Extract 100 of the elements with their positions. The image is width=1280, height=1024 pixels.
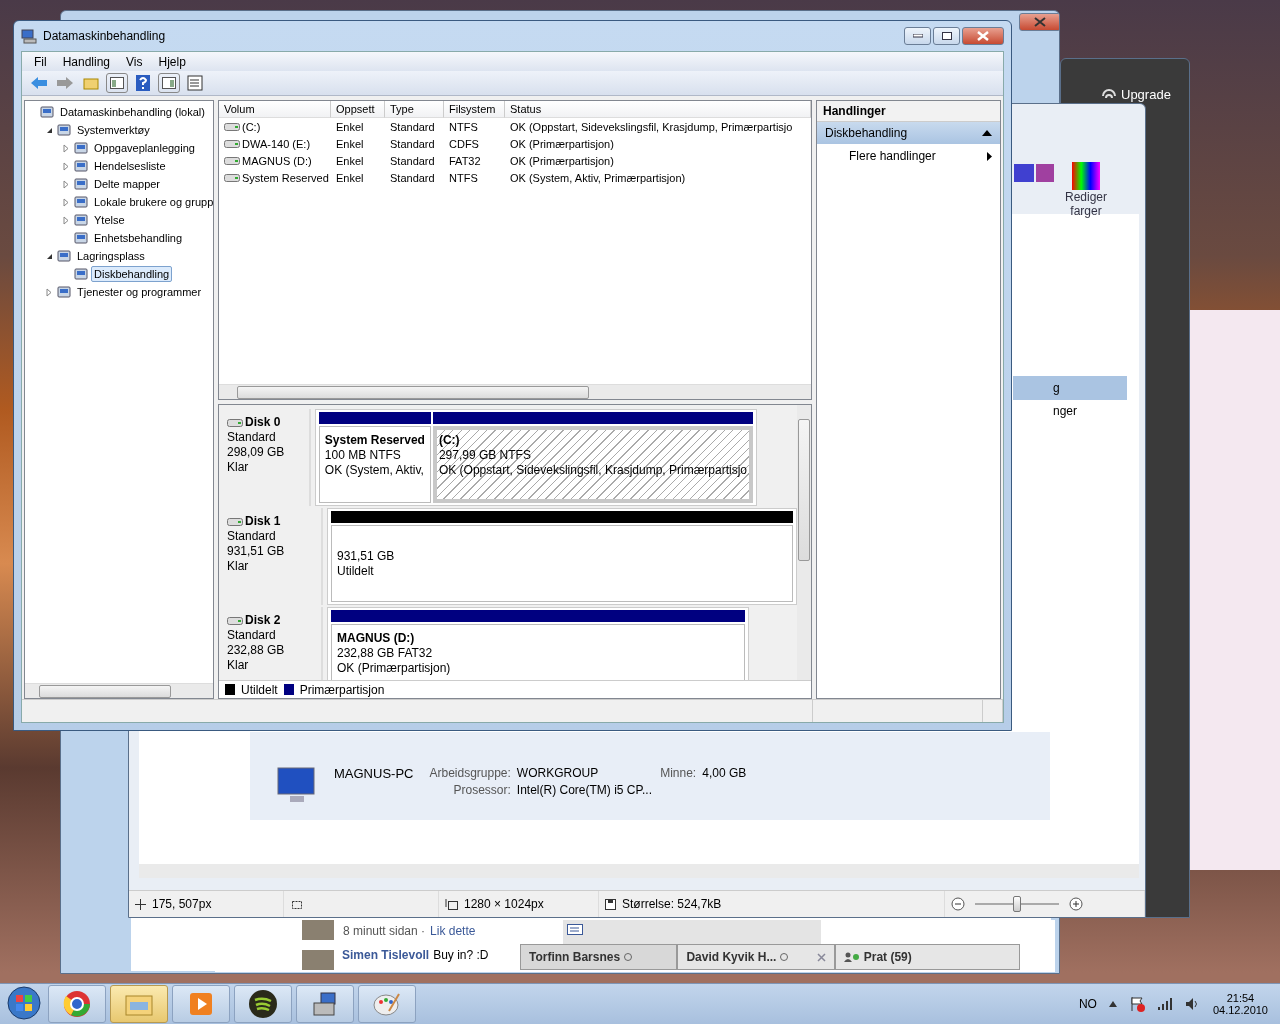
music-app-icon xyxy=(248,989,278,1019)
panel-icon xyxy=(162,77,176,89)
computer-toolbox-icon xyxy=(311,991,339,1017)
forward-arrow-icon xyxy=(56,76,74,90)
column-header[interactable]: Filsystem xyxy=(444,101,505,118)
actions-section-header[interactable]: Diskbehandling xyxy=(817,122,1000,144)
windows-logo-icon xyxy=(7,985,41,1020)
tree-item[interactable]: Delte mapper xyxy=(91,176,164,192)
drive-icon xyxy=(224,121,240,132)
disk-status: Klar xyxy=(227,460,250,475)
tree-item[interactable]: Oppgaveplanlegging xyxy=(91,140,198,156)
chat-icon[interactable] xyxy=(567,924,583,938)
zoom-out-icon[interactable] xyxy=(951,897,965,911)
move-icon xyxy=(135,898,146,910)
chat-tab[interactable]: David Kyvik H... xyxy=(677,944,835,970)
tree-item[interactable]: Hendelsesliste xyxy=(91,158,169,174)
language-indicator[interactable]: NO xyxy=(1078,997,1097,1011)
scrollbar[interactable] xyxy=(25,683,213,698)
action-item[interactable]: Flere handlinger xyxy=(817,144,1000,163)
minimize-button[interactable] xyxy=(904,27,931,45)
expanded-arrow-icon[interactable] xyxy=(45,126,53,134)
column-header[interactable]: Oppsett xyxy=(331,101,385,118)
collapsed-arrow-icon[interactable] xyxy=(63,197,69,207)
maximize-icon xyxy=(941,32,952,40)
clock[interactable]: 21:54 04.12.2010 xyxy=(1212,992,1268,1016)
edit-colors-button[interactable]: Rediger farger xyxy=(1051,162,1121,218)
collapsed-arrow-icon[interactable] xyxy=(63,161,69,171)
disk-type: Standard xyxy=(227,430,277,445)
show-actions-button[interactable] xyxy=(158,73,180,93)
collapsed-arrow-icon[interactable] xyxy=(63,215,69,225)
show-hidden-icons-icon[interactable] xyxy=(1108,1001,1117,1007)
scrollbar[interactable] xyxy=(219,384,811,399)
menu-item[interactable]: Fil xyxy=(26,54,55,69)
help-icon xyxy=(136,75,150,91)
post-meta: 8 minutt sidan · xyxy=(343,924,426,938)
maximize-button[interactable] xyxy=(933,27,960,45)
column-header[interactable]: Status xyxy=(505,101,811,118)
collapsed-arrow-icon[interactable] xyxy=(63,179,69,189)
partition[interactable]: 931,51 GB Utildelt xyxy=(331,525,793,602)
upgrade-button[interactable]: Upgrade xyxy=(1101,87,1189,102)
tree-node-icon xyxy=(56,122,72,138)
properties-button[interactable] xyxy=(184,73,206,93)
column-header[interactable]: Type xyxy=(385,101,444,118)
menu-item[interactable]: Hjelp xyxy=(150,54,194,69)
partition[interactable]: (C:) 297,99 GB NTFS OK (Oppstart, Sidevekslingsfil, Krasjdump, Primærpartisjo xyxy=(432,426,753,503)
tree-item[interactable]: Datamaskinbehandling (lokal) xyxy=(57,104,208,120)
back-arrow-icon xyxy=(30,76,48,90)
partition[interactable]: System Reserved 100 MB NTFS OK (System, Aktiv, xyxy=(318,426,431,503)
show-tree-button[interactable] xyxy=(106,73,128,93)
signal-icon[interactable] xyxy=(1156,997,1173,1011)
taskbar-app-button[interactable] xyxy=(234,985,292,1023)
post-text: Buy in? :D xyxy=(433,948,489,962)
taskbar-app-button[interactable] xyxy=(296,985,354,1023)
color-swatch[interactable] xyxy=(1014,164,1034,182)
minimize-icon xyxy=(912,34,923,38)
flag-icon[interactable] xyxy=(1128,996,1145,1012)
table-cell: Enkel xyxy=(336,120,364,133)
collapsed-arrow-icon[interactable] xyxy=(46,287,52,297)
author-link[interactable]: Simen Tislevoll xyxy=(342,948,430,962)
table-cell: OK (Oppstart, Sidevekslingsfil, Krasjdump, Primærpartisjo xyxy=(510,120,793,133)
tree-item[interactable]: Ytelse xyxy=(91,212,128,228)
table-cell: System Reserved xyxy=(242,171,329,184)
menu-item[interactable]: Handling xyxy=(54,54,119,69)
scrollbar[interactable] xyxy=(797,405,811,680)
column-header[interactable]: Volum xyxy=(219,101,331,118)
field-label: Arbeidsgruppe: xyxy=(429,766,511,780)
like-link[interactable]: Lik dette xyxy=(430,924,476,938)
start-button[interactable] xyxy=(4,985,44,1023)
tree-item[interactable]: Diskbehandling xyxy=(91,266,173,282)
zoom-slider[interactable] xyxy=(1013,896,1021,912)
legend-label: Utildelt xyxy=(241,682,278,697)
color-swatch[interactable] xyxy=(1036,164,1054,182)
expanded-arrow-icon[interactable] xyxy=(45,252,53,260)
palette-icon xyxy=(373,991,401,1017)
submenu-arrow-icon xyxy=(987,151,992,161)
tree-node-icon xyxy=(56,284,72,300)
tree-item[interactable]: Tjenester og programmer xyxy=(74,284,205,300)
tree-node-icon xyxy=(73,194,89,210)
table-cell: (C:) xyxy=(242,120,261,133)
chat-tab[interactable]: Torfinn Barsnes xyxy=(520,944,678,970)
close-button[interactable] xyxy=(1019,13,1059,31)
close-button[interactable] xyxy=(962,27,1004,45)
disk-name: Disk 0 xyxy=(245,415,281,430)
selection-icon xyxy=(290,898,303,910)
field-label: Minne: xyxy=(660,766,697,780)
field-value: 4,00 GB xyxy=(702,766,747,780)
table-cell: Enkel xyxy=(336,154,364,167)
tree-item[interactable]: Lagringsplass xyxy=(74,248,148,264)
tree-item[interactable]: Systemverktøy xyxy=(74,122,153,138)
tree-item[interactable]: Enhetsbehandling xyxy=(91,230,186,246)
close-icon[interactable] xyxy=(816,952,826,962)
partition[interactable]: MAGNUS (D:) 232,88 GB FAT32 OK (Primærpartisjon) xyxy=(331,624,745,680)
chat-button[interactable]: Prat (59) xyxy=(834,944,1020,970)
disk-size: 931,51 GB xyxy=(227,544,286,559)
window-title: Datamaskinbehandling xyxy=(43,29,166,43)
collapsed-arrow-icon[interactable] xyxy=(63,143,69,153)
drive-icon xyxy=(227,417,243,428)
tree-item[interactable]: Lokale brukere og grupp xyxy=(91,194,213,210)
menu-item[interactable]: Vis xyxy=(118,54,151,69)
zoom-in-icon[interactable] xyxy=(1069,897,1083,911)
